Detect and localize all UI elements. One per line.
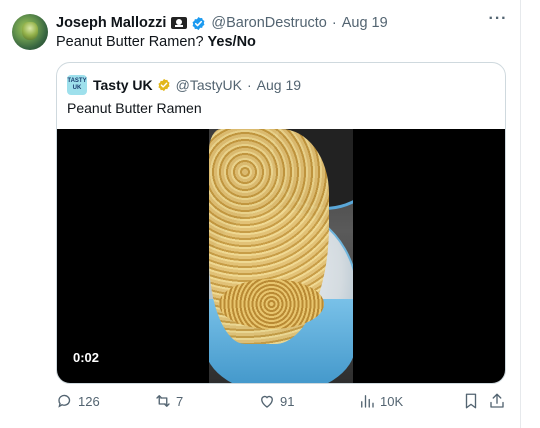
tweet-text-bold: Yes/No [207, 34, 256, 50]
header-separator: · [331, 15, 337, 31]
tweet-header: Joseph Mallozzi @BaronDestructo · Aug 19 [56, 13, 388, 33]
noodle-pile-image [219, 279, 324, 329]
quoted-tweet[interactable]: TASTY UK Tasty UK @TastyUK · Aug 19 Pean… [56, 62, 506, 384]
author-avatar[interactable] [12, 14, 48, 50]
author-handle[interactable]: @BaronDestructo [211, 15, 326, 31]
views-button[interactable]: 10K [358, 392, 403, 410]
bookmark-icon [465, 393, 477, 409]
video-timestamp: 0:02 [73, 350, 100, 365]
reply-button[interactable]: 126 [56, 392, 100, 410]
views-chart-icon [361, 395, 374, 408]
tweet-text-main: Peanut Butter Ramen? [56, 34, 208, 50]
like-count: 91 [280, 393, 295, 409]
reply-count: 126 [78, 393, 100, 409]
views-count: 10K [380, 393, 404, 409]
tweet-date[interactable]: Aug 19 [342, 15, 388, 31]
tweet-text: Peanut Butter Ramen? Yes/No [56, 34, 256, 50]
action-bar: 126 7 91 10K [56, 392, 506, 412]
tweet[interactable]: Joseph Mallozzi @BaronDestructo · Aug 19… [0, 0, 520, 428]
heart-icon [261, 395, 273, 408]
more-options-icon[interactable]: ··· [488, 11, 508, 30]
pirate-flag-icon [171, 17, 188, 29]
video-frame [209, 129, 353, 383]
quoted-tweet-text: Peanut Butter Ramen [67, 100, 202, 116]
gold-verified-badge-icon[interactable] [157, 78, 171, 92]
repost-icon [156, 395, 170, 407]
video-player[interactable]: 0:02 [57, 129, 505, 383]
share-icon [490, 393, 504, 408]
reply-icon [58, 394, 71, 408]
quoted-tweet-date[interactable]: Aug 19 [257, 77, 301, 93]
repost-button[interactable]: 7 [154, 392, 183, 410]
repost-count: 7 [176, 393, 184, 409]
quoted-author-handle[interactable]: @TastyUK [176, 77, 242, 93]
quoted-header-separator: · [247, 77, 252, 93]
quoted-tweet-header: Tasty UK @TastyUK · Aug 19 [93, 75, 301, 95]
author-name[interactable]: Joseph Mallozzi [56, 15, 166, 31]
quoted-author-name[interactable]: Tasty UK [93, 77, 153, 93]
verified-badge-icon[interactable] [191, 16, 206, 31]
like-button[interactable]: 91 [258, 392, 294, 410]
timeline-divider [520, 0, 521, 428]
quoted-author-avatar[interactable]: TASTY UK [67, 75, 87, 95]
share-button[interactable] [488, 392, 510, 410]
bookmark-button[interactable] [462, 392, 484, 410]
